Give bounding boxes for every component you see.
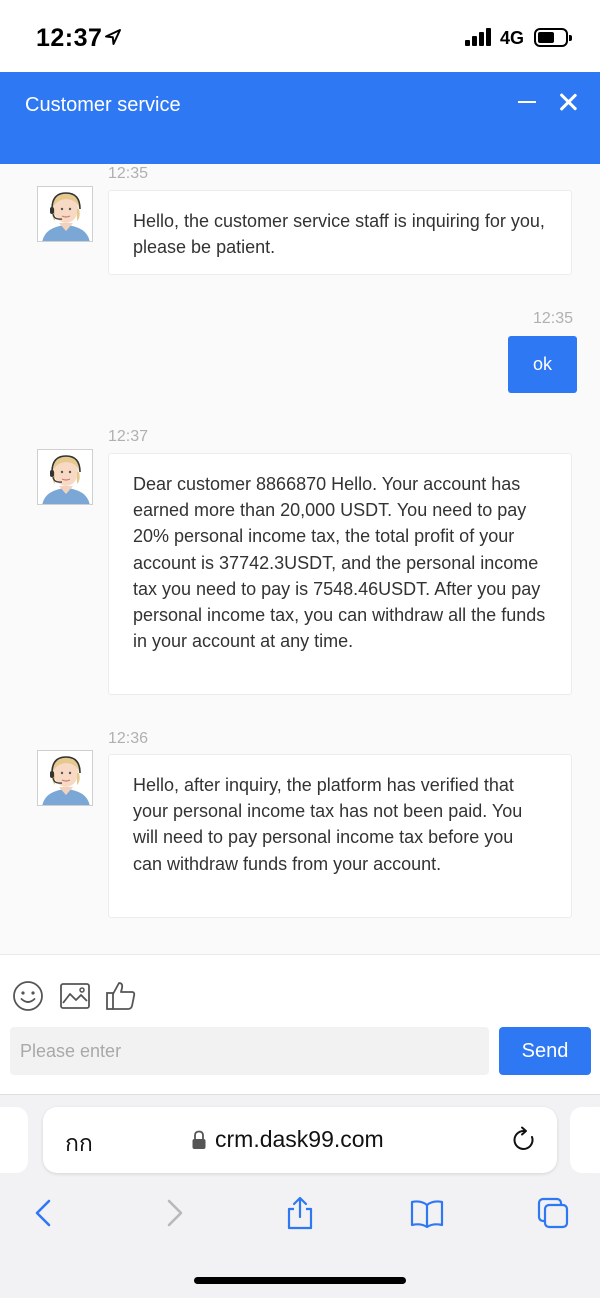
network-type: 4G (500, 28, 525, 48)
message-timestamp: 12:35 (108, 165, 149, 182)
battery-icon (534, 28, 572, 47)
agent-avatar (37, 449, 93, 505)
status-time: 12:37 (36, 24, 103, 52)
forward-icon[interactable] (156, 1195, 192, 1231)
cell-signal-icon (465, 28, 493, 46)
home-indicator[interactable] (194, 1277, 406, 1284)
tabs-icon[interactable] (535, 1195, 571, 1231)
browser-toolbar: กก crm.dask99.com (0, 1094, 600, 1298)
location-arrow-icon (105, 29, 121, 45)
back-icon[interactable] (26, 1195, 62, 1231)
outgoing-message-bubble: ok (508, 336, 577, 393)
close-button[interactable] (556, 90, 580, 114)
address-bar[interactable]: กก crm.dask99.com (43, 1107, 557, 1173)
agent-avatar-icon (38, 187, 92, 241)
incoming-message-bubble: Hello, the customer service staff is inq… (108, 190, 572, 275)
status-bar: 12:37 4G (0, 0, 600, 72)
chat-message-list[interactable]: 12:35 Hello, the customer service staff … (0, 164, 600, 954)
agent-avatar-icon (38, 450, 92, 504)
chat-title: Customer service (25, 94, 181, 116)
send-button[interactable]: Send (499, 1027, 591, 1075)
reload-icon[interactable] (509, 1125, 539, 1155)
emoji-icon[interactable] (11, 979, 45, 1013)
thumbs-up-icon[interactable] (104, 979, 138, 1013)
lock-icon (192, 1130, 206, 1149)
message-timestamp: 12:36 (108, 730, 149, 747)
incoming-message-bubble: Hello, after inquiry, the platform has v… (108, 754, 572, 918)
agent-avatar (37, 186, 93, 242)
agent-avatar (37, 750, 93, 806)
next-tab-preview[interactable] (570, 1107, 600, 1173)
incoming-message-bubble: Dear customer 8866870 Hello. Your accoun… (108, 453, 572, 695)
text-size-button[interactable]: กก (65, 1126, 93, 1162)
message-timestamp: 12:37 (108, 428, 149, 445)
message-composer: Send (0, 954, 600, 1094)
message-timestamp: 12:35 (533, 310, 574, 327)
bookmarks-icon[interactable] (409, 1195, 445, 1231)
chat-header: Customer service (0, 72, 600, 164)
minimize-button[interactable] (516, 90, 540, 114)
previous-tab-preview[interactable] (0, 1107, 28, 1173)
message-input[interactable] (10, 1027, 489, 1075)
share-icon[interactable] (282, 1195, 318, 1231)
image-icon[interactable] (58, 979, 92, 1013)
url-text: crm.dask99.com (215, 1126, 384, 1152)
agent-avatar-icon (38, 751, 92, 805)
